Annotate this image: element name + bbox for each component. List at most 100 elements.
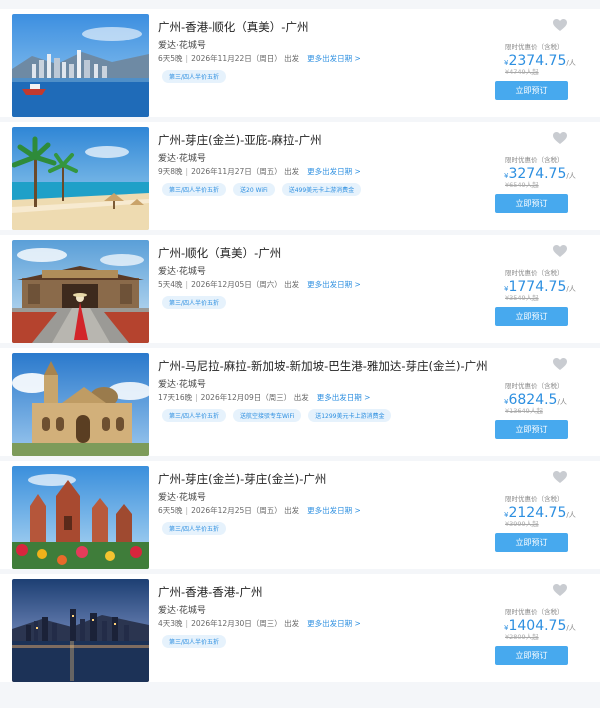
depart-label: 出发 xyxy=(293,393,309,402)
depart-label: 出发 xyxy=(284,280,300,289)
cruise-title[interactable]: 广州-顺化（真美）-广州 xyxy=(158,245,488,261)
promo-tag: 送20 WiFi xyxy=(233,183,275,196)
ship-name: 爱达·花城号 xyxy=(158,493,206,503)
cruise-image-hong-kong-harbor[interactable] xyxy=(12,14,149,117)
ship-name: 爱达·花城号 xyxy=(158,380,206,390)
duration: 6天5晚 xyxy=(158,54,183,63)
original-price: ¥2809人起 xyxy=(505,633,539,641)
favorite-heart-icon[interactable] xyxy=(553,245,567,258)
price-unit: /人 xyxy=(566,624,576,632)
original-price: ¥13649人起 xyxy=(505,407,543,415)
promo-tag: 第三/四人半价五折 xyxy=(162,70,227,83)
separator: | xyxy=(185,506,189,515)
cruise-list: 广州-香港-顺化（真美）-广州 爱达·花城号 6天5晚 | 2026年11月22日（… xyxy=(0,0,600,708)
cruise-card[interactable]: 广州-芽庄(金兰)-亚庇-麻拉-广州 爱达·花城号 9天8晚 | 2026年11月2… xyxy=(0,122,600,230)
ship-name: 爱达·花城号 xyxy=(158,41,206,51)
promo-tags: 第三/四人半价五折 送20 WiFi 送499美元卡上游消费金 xyxy=(162,183,362,196)
more-dates-link[interactable]: 更多出发日期 > xyxy=(307,54,361,63)
price-unit: /人 xyxy=(566,59,576,67)
favorite-heart-icon[interactable] xyxy=(553,19,567,32)
original-price: ¥4749人起 xyxy=(505,68,539,76)
original-price: ¥3999人起 xyxy=(505,520,539,528)
more-dates-link[interactable]: 更多出发日期 > xyxy=(317,393,371,402)
favorite-heart-icon[interactable] xyxy=(553,471,567,484)
cruise-title[interactable]: 广州-香港-顺化（真美）-广州 xyxy=(158,19,488,35)
cruise-image-manila-cathedral[interactable] xyxy=(12,353,149,456)
cruise-card[interactable]: 广州-马尼拉-麻拉-新加坡-新加坡-巴生港-雅加达-芽庄(金兰)-广州 爱达·花… xyxy=(0,348,600,456)
separator: | xyxy=(185,54,189,63)
original-price: ¥6549人起 xyxy=(505,181,539,189)
cruise-title[interactable]: 广州-芽庄(金兰)-亚庇-麻拉-广州 xyxy=(158,132,488,148)
depart-label: 出发 xyxy=(284,619,300,628)
promo-tag: 第三/四人半价五折 xyxy=(162,296,227,309)
original-price: ¥3549人起 xyxy=(505,294,539,302)
cruise-title[interactable]: 广州-马尼拉-麻拉-新加坡-新加坡-巴生港-雅加达-芽庄(金兰)-广州 xyxy=(158,358,488,374)
sailing-info: 9天8晚 | 2026年11月27日（周五） 出发 更多出发日期 > xyxy=(158,166,361,177)
favorite-heart-icon[interactable] xyxy=(553,358,567,371)
price-unit: /人 xyxy=(566,172,576,180)
duration: 4天3晚 xyxy=(158,619,183,628)
more-dates-link[interactable]: 更多出发日期 > xyxy=(307,280,361,289)
cruise-title[interactable]: 广州-香港-香港-广州 xyxy=(158,584,488,600)
price-unit: /人 xyxy=(557,398,567,406)
promo-tag: 送1299美元卡上游消费金 xyxy=(308,409,392,422)
duration: 9天8晚 xyxy=(158,167,183,176)
departure-date: 2026年12月30日（周三） xyxy=(191,619,282,628)
sailing-info: 6天5晚 | 2026年12月25日（周五） 出发 更多出发日期 > xyxy=(158,505,361,516)
more-dates-link[interactable]: 更多出发日期 > xyxy=(307,167,361,176)
favorite-heart-icon[interactable] xyxy=(553,132,567,145)
promo-tag: 第三/四人半价五折 xyxy=(162,409,227,422)
cruise-card[interactable]: 广州-芽庄(金兰)-芽庄(金兰)-广州 爱达·花城号 6天5晚 | 2026年12月… xyxy=(0,461,600,569)
book-now-button[interactable]: 立即预订 xyxy=(495,533,568,552)
more-dates-link[interactable]: 更多出发日期 > xyxy=(307,506,361,515)
duration: 6天5晚 xyxy=(158,506,183,515)
book-now-button[interactable]: 立即预订 xyxy=(495,646,568,665)
cruise-card[interactable]: 广州-香港-香港-广州 爱达·花城号 4天3晚 | 2026年12月30日（周三） … xyxy=(0,574,600,682)
separator: | xyxy=(185,280,189,289)
favorite-heart-icon[interactable] xyxy=(553,584,567,597)
promo-tags: 第三/四人半价五折 xyxy=(162,70,227,83)
separator: | xyxy=(185,167,189,176)
more-dates-link[interactable]: 更多出发日期 > xyxy=(307,619,361,628)
promo-tags: 第三/四人半价五折 xyxy=(162,635,227,648)
promo-tag: 送航空接驳专车WiFi xyxy=(233,409,302,422)
sailing-info: 5天4晚 | 2026年12月05日（周六） 出发 更多出发日期 > xyxy=(158,279,361,290)
departure-date: 2026年11月22日（周日） xyxy=(191,54,282,63)
cruise-card[interactable]: 广州-顺化（真美）-广州 爱达·花城号 5天4晚 | 2026年12月05日（周六）… xyxy=(0,235,600,343)
sailing-info: 4天3晚 | 2026年12月30日（周三） 出发 更多出发日期 > xyxy=(158,618,361,629)
departure-date: 2026年12月05日（周六） xyxy=(191,280,282,289)
price-unit: /人 xyxy=(566,511,576,519)
cruise-image-beach[interactable] xyxy=(12,127,149,230)
promo-tag: 送499美元卡上游消费金 xyxy=(281,183,362,196)
book-now-button[interactable]: 立即预订 xyxy=(495,420,568,439)
price-unit: /人 xyxy=(566,285,576,293)
book-now-button[interactable]: 立即预订 xyxy=(495,307,568,326)
promo-tag: 第三/四人半价五折 xyxy=(162,522,227,535)
sailing-info: 6天5晚 | 2026年11月22日（周日） 出发 更多出发日期 > xyxy=(158,53,361,64)
book-now-button[interactable]: 立即预订 xyxy=(495,194,568,213)
depart-label: 出发 xyxy=(284,167,300,176)
cruise-card[interactable]: 广州-香港-顺化（真美）-广州 爱达·花城号 6天5晚 | 2026年11月22日（… xyxy=(0,9,600,117)
depart-label: 出发 xyxy=(284,54,300,63)
ship-name: 爱达·花城号 xyxy=(158,267,206,277)
cruise-title[interactable]: 广州-芽庄(金兰)-芽庄(金兰)-广州 xyxy=(158,471,488,487)
ship-name: 爱达·花城号 xyxy=(158,606,206,616)
departure-date: 2026年12月09日（周三） xyxy=(200,393,292,402)
promo-tag: 第三/四人半价五折 xyxy=(162,183,227,196)
duration: 17天16晚 xyxy=(158,393,193,402)
promo-tags: 第三/四人半价五折 xyxy=(162,522,227,535)
departure-date: 2026年11月27日（周五） xyxy=(191,167,282,176)
separator: | xyxy=(195,393,198,402)
promo-tags: 第三/四人半价五折 xyxy=(162,296,227,309)
cruise-image-nha-trang-towers[interactable] xyxy=(12,466,149,569)
cruise-image-hue-gate[interactable] xyxy=(12,240,149,343)
duration: 5天4晚 xyxy=(158,280,183,289)
promo-tag: 第三/四人半价五折 xyxy=(162,635,227,648)
promo-tags: 第三/四人半价五折 送航空接驳专车WiFi 送1299美元卡上游消费金 xyxy=(162,409,392,422)
cruise-image-hong-kong-night[interactable] xyxy=(12,579,149,682)
separator: | xyxy=(185,619,189,628)
sailing-info: 17天16晚 | 2026年12月09日（周三） 出发 更多出发日期 > xyxy=(158,392,370,403)
depart-label: 出发 xyxy=(284,506,300,515)
ship-name: 爱达·花城号 xyxy=(158,154,206,164)
book-now-button[interactable]: 立即预订 xyxy=(495,81,568,100)
